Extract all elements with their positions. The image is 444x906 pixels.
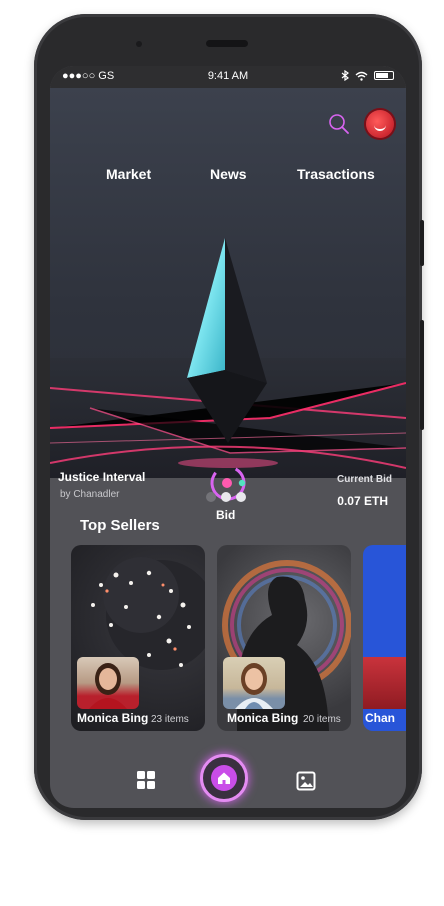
seller-item-count: 23 items xyxy=(151,714,189,725)
top-actions xyxy=(328,110,394,138)
speaker-grille xyxy=(206,40,248,47)
home-button-core xyxy=(211,765,237,791)
seller-card[interactable]: Monica Bing 20 items xyxy=(217,545,351,731)
category-tabs: Market News Trasactions xyxy=(50,166,406,186)
tab-news[interactable]: News xyxy=(210,166,247,182)
seller-photo xyxy=(77,657,139,709)
battery-icon xyxy=(374,71,394,80)
home-icon xyxy=(218,772,230,784)
seller-photo xyxy=(223,657,285,709)
volume-button xyxy=(420,220,424,266)
phone-frame: ●●●○○ GS 9:41 AM Market News Trasactions… xyxy=(34,14,424,820)
current-bid-label: Current Bid xyxy=(337,474,392,485)
seller-photo xyxy=(363,657,406,709)
carousel-dot[interactable] xyxy=(206,492,216,502)
carousel-dot[interactable] xyxy=(221,492,231,502)
gallery-icon[interactable] xyxy=(296,771,316,791)
seller-card[interactable]: Monica Bing 23 items xyxy=(71,545,205,731)
current-bid-value: 0.07 ETH xyxy=(337,494,388,508)
person-portrait xyxy=(89,663,127,709)
seller-card[interactable]: Chan xyxy=(363,545,406,731)
grid-icon[interactable] xyxy=(136,770,156,790)
bid-button-label[interactable]: Bid xyxy=(216,508,235,522)
profile-avatar[interactable] xyxy=(366,110,394,138)
app-screen: ●●●○○ GS 9:41 AM Market News Trasactions… xyxy=(50,66,406,808)
seller-name: Monica Bing xyxy=(77,711,149,725)
seller-name: Chan xyxy=(365,711,395,725)
featured-artwork xyxy=(50,238,406,478)
tab-transactions[interactable]: Trasactions xyxy=(297,166,375,182)
seller-item-count: 20 items xyxy=(303,714,341,725)
seller-name: Monica Bing xyxy=(227,711,299,725)
bluetooth-icon xyxy=(341,70,349,81)
bottom-navigation xyxy=(50,754,406,806)
home-button[interactable] xyxy=(200,754,248,802)
search-icon[interactable] xyxy=(328,113,350,135)
person-portrait xyxy=(235,663,273,709)
power-button xyxy=(420,320,424,430)
artwork-title: Justice Interval xyxy=(58,470,146,484)
top-sellers-title: Top Sellers xyxy=(80,517,160,534)
status-icons xyxy=(341,70,394,81)
front-camera xyxy=(136,41,142,47)
status-bar: ●●●○○ GS 9:41 AM xyxy=(50,66,406,88)
featured-hero[interactable]: Market News Trasactions xyxy=(50,88,406,478)
carousel-indicator xyxy=(206,492,246,502)
carousel-dot[interactable] xyxy=(236,492,246,502)
artist-name: by Chanadler xyxy=(60,489,120,500)
wifi-icon xyxy=(355,71,368,81)
tab-market[interactable]: Market xyxy=(106,166,151,182)
